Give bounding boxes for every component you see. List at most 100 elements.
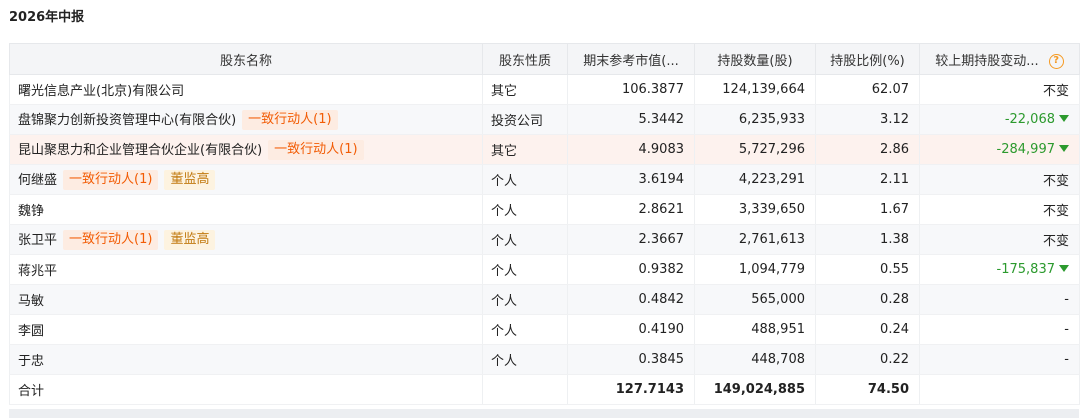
holding-ratio: 1.67 [815, 194, 920, 225]
table-row[interactable]: 何继盛 一致行动人(1) 董监高 个人 3.6194 4,223,291 2.11 不变 [9, 164, 1080, 195]
holding-change: 不变 [1042, 84, 1069, 99]
shareholder-name-cell: 张卫平 一致行动人(1) 董监高 [9, 224, 483, 255]
horizontal-scrollbar[interactable] [9, 409, 1079, 418]
holding-ratio: 0.55 [815, 254, 920, 285]
holding-ratio: 0.24 [815, 314, 920, 345]
column-header-change-label: 较上期持股变动... [935, 53, 1039, 69]
total-ratio: 74.50 [815, 374, 920, 405]
triangle-down-icon [1059, 115, 1069, 122]
shareholder-tag[interactable]: 一致行动人(1) [268, 140, 364, 161]
table-row[interactable]: 李圆 个人 0.4190 488,951 0.24 - [9, 314, 1080, 345]
shareholder-tag[interactable]: 董监高 [164, 170, 216, 191]
table-row[interactable]: 张卫平 一致行动人(1) 董监高 个人 2.3667 2,761,613 1.38 不变 [9, 224, 1080, 255]
market-value: 4.9083 [567, 134, 695, 165]
shareholder-name[interactable]: 何继盛 [18, 173, 57, 188]
holding-change: - [1064, 292, 1069, 307]
holding-change-cell: 不变 [919, 74, 1080, 105]
column-header-name[interactable]: 股东名称 [9, 43, 483, 75]
holding-change-cell: -175,837 [919, 254, 1080, 285]
holding-ratio: 62.07 [815, 74, 920, 105]
shareholder-tag[interactable]: 一致行动人(1) [242, 110, 338, 131]
shares-count: 4,223,291 [694, 164, 816, 195]
table-row[interactable]: 蒋兆平 个人 0.9382 1,094,779 0.55 -175,837 [9, 254, 1080, 285]
shareholder-name[interactable]: 盘锦聚力创新投资管理中心(有限合伙) [18, 113, 236, 128]
shares-count: 3,339,650 [694, 194, 816, 225]
total-shares: 149,024,885 [694, 374, 816, 405]
shareholder-nature: 个人 [482, 314, 568, 345]
column-header-ratio[interactable]: 持股比例(%) [815, 43, 920, 75]
shares-count: 448,708 [694, 344, 816, 375]
holding-change: -22,068 [1004, 112, 1055, 127]
shares-count: 2,761,613 [694, 224, 816, 255]
column-header-market-value[interactable]: 期末参考市值(... [567, 43, 695, 75]
market-value: 0.9382 [567, 254, 695, 285]
shareholder-name-cell: 曙光信息产业(北京)有限公司 [9, 74, 483, 105]
market-value: 5.3442 [567, 104, 695, 135]
holding-change-cell: 不变 [919, 194, 1080, 225]
shareholder-nature: 个人 [482, 194, 568, 225]
holding-ratio: 0.22 [815, 344, 920, 375]
shareholder-name[interactable]: 昆山聚思力和企业管理合伙企业(有限合伙) [18, 143, 262, 158]
shareholder-name[interactable]: 曙光信息产业(北京)有限公司 [18, 84, 184, 99]
market-value: 3.6194 [567, 164, 695, 195]
column-header-nature[interactable]: 股东性质 [482, 43, 568, 75]
holding-ratio: 2.86 [815, 134, 920, 165]
shareholder-name[interactable]: 蒋兆平 [18, 264, 57, 279]
holding-change: - [1064, 322, 1069, 337]
shares-count: 6,235,933 [694, 104, 816, 135]
holding-ratio: 3.12 [815, 104, 920, 135]
table-header-row: 股东名称 股东性质 期末参考市值(... 持股数量(股) 持股比例(%) 较上期… [9, 43, 1080, 75]
holding-ratio: 1.38 [815, 224, 920, 255]
question-circle-icon[interactable]: ? [1048, 53, 1064, 69]
shares-count: 488,951 [694, 314, 816, 345]
triangle-down-icon [1059, 265, 1069, 272]
shares-count: 565,000 [694, 284, 816, 315]
table-row[interactable]: 于忠 个人 0.3845 448,708 0.22 - [9, 344, 1080, 375]
shareholder-nature: 个人 [482, 224, 568, 255]
shareholder-tag[interactable]: 一致行动人(1) [63, 230, 159, 251]
column-header-change[interactable]: 较上期持股变动...? [919, 43, 1080, 75]
table-row[interactable]: 曙光信息产业(北京)有限公司 其它 106.3877 124,139,664 62.07… [9, 74, 1080, 105]
holding-change-cell: -22,068 [919, 104, 1080, 135]
market-value: 0.3845 [567, 344, 695, 375]
shareholder-name[interactable]: 魏铮 [18, 204, 44, 219]
total-change [919, 374, 1080, 405]
holding-change: 不变 [1042, 204, 1069, 219]
total-market-value: 127.7143 [567, 374, 695, 405]
holding-change: -284,997 [996, 142, 1055, 157]
shareholder-name-cell: 昆山聚思力和企业管理合伙企业(有限合伙) 一致行动人(1) [9, 134, 483, 165]
table-row[interactable]: 昆山聚思力和企业管理合伙企业(有限合伙) 一致行动人(1) 其它 4.9083 5,72… [9, 134, 1080, 165]
shareholder-nature: 其它 [482, 74, 568, 105]
page-title: 2026年中报 [9, 10, 85, 25]
table-row[interactable]: 盘锦聚力创新投资管理中心(有限合伙) 一致行动人(1) 投资公司 5.3442 6,23… [9, 104, 1080, 135]
shareholder-nature: 其它 [482, 134, 568, 165]
shareholder-name[interactable]: 于忠 [18, 354, 44, 369]
triangle-down-icon [1059, 145, 1069, 152]
shareholder-name-cell: 马敏 [9, 284, 483, 315]
market-value: 2.8621 [567, 194, 695, 225]
shareholder-tag[interactable]: 一致行动人(1) [63, 170, 159, 191]
shareholder-name-cell: 何继盛 一致行动人(1) 董监高 [9, 164, 483, 195]
shareholder-tag[interactable]: 董监高 [164, 230, 216, 251]
shares-count: 5,727,296 [694, 134, 816, 165]
shareholder-nature: 个人 [482, 284, 568, 315]
column-header-shares[interactable]: 持股数量(股) [694, 43, 816, 75]
shareholder-name[interactable]: 李圆 [18, 324, 44, 339]
holding-change: - [1064, 352, 1069, 367]
shareholder-name-cell: 魏铮 [9, 194, 483, 225]
market-value: 106.3877 [567, 74, 695, 105]
holding-change-cell: - [919, 344, 1080, 375]
table-row[interactable]: 马敏 个人 0.4842 565,000 0.28 - [9, 284, 1080, 315]
shares-count: 1,094,779 [694, 254, 816, 285]
holding-change-cell: 不变 [919, 224, 1080, 255]
holding-change-cell: 不变 [919, 164, 1080, 195]
shareholder-name-cell: 于忠 [9, 344, 483, 375]
shareholder-name[interactable]: 张卫平 [18, 233, 57, 248]
market-value: 0.4842 [567, 284, 695, 315]
shareholder-name[interactable]: 马敏 [18, 294, 44, 309]
market-value: 0.4190 [567, 314, 695, 345]
total-label: 合计 [9, 374, 483, 405]
shareholder-name-cell: 盘锦聚力创新投资管理中心(有限合伙) 一致行动人(1) [9, 104, 483, 135]
holding-change: 不变 [1042, 234, 1069, 249]
table-row[interactable]: 魏铮 个人 2.8621 3,339,650 1.67 不变 [9, 194, 1080, 225]
